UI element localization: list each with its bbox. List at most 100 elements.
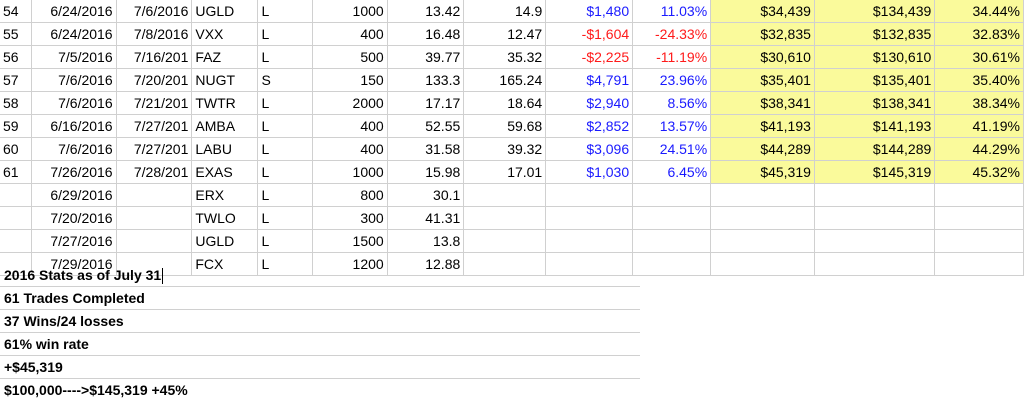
trade-number-cell[interactable]: 58 bbox=[0, 91, 33, 115]
sell-price-cell[interactable] bbox=[463, 183, 547, 207]
side-cell[interactable]: L bbox=[257, 22, 313, 46]
shares-cell[interactable]: 400 bbox=[312, 137, 388, 161]
buy-price-cell[interactable]: 15.98 bbox=[387, 160, 465, 184]
stats-title-cell[interactable]: 2016 Stats as of July 31 bbox=[0, 264, 640, 287]
buy-price-cell[interactable]: 16.48 bbox=[387, 22, 465, 46]
exit-date-cell[interactable] bbox=[116, 229, 193, 253]
cumulative-profit-cell[interactable]: $30,610 bbox=[710, 45, 815, 69]
trade-number-cell[interactable] bbox=[0, 183, 33, 207]
account-balance-cell[interactable]: $138,341 bbox=[814, 91, 936, 115]
ytd-return-cell[interactable]: 45.32% bbox=[934, 160, 1024, 184]
sell-price-cell[interactable]: 17.01 bbox=[463, 160, 547, 184]
percent-return-cell[interactable]: -11.19% bbox=[632, 45, 712, 69]
account-balance-cell[interactable] bbox=[814, 229, 936, 253]
percent-return-cell[interactable]: 24.51% bbox=[632, 137, 712, 161]
shares-cell[interactable]: 1500 bbox=[312, 229, 388, 253]
cumulative-profit-cell[interactable]: $38,341 bbox=[710, 91, 815, 115]
cumulative-profit-cell[interactable]: $45,319 bbox=[710, 160, 815, 184]
percent-return-cell[interactable] bbox=[632, 206, 712, 230]
entry-date-cell[interactable]: 6/24/2016 bbox=[31, 22, 117, 46]
ticker-cell[interactable]: TWLO bbox=[191, 206, 259, 230]
ytd-return-cell[interactable]: 34.44% bbox=[934, 0, 1024, 23]
exit-date-cell[interactable]: 7/20/201 bbox=[116, 68, 193, 92]
percent-return-cell[interactable] bbox=[632, 252, 712, 276]
exit-date-cell[interactable] bbox=[116, 206, 193, 230]
sell-price-cell[interactable] bbox=[463, 229, 547, 253]
profit-loss-cell[interactable] bbox=[545, 229, 634, 253]
percent-return-cell[interactable]: 13.57% bbox=[632, 114, 712, 138]
buy-price-cell[interactable]: 17.17 bbox=[387, 91, 465, 115]
shares-cell[interactable]: 400 bbox=[312, 114, 388, 138]
sell-price-cell[interactable]: 14.9 bbox=[463, 0, 547, 23]
buy-price-cell[interactable]: 13.42 bbox=[387, 0, 465, 23]
account-balance-cell[interactable]: $130,610 bbox=[814, 45, 936, 69]
entry-date-cell[interactable]: 7/26/2016 bbox=[31, 160, 117, 184]
profit-loss-cell[interactable]: $2,852 bbox=[545, 114, 634, 138]
profit-loss-cell[interactable]: $3,096 bbox=[545, 137, 634, 161]
entry-date-cell[interactable]: 6/29/2016 bbox=[31, 183, 117, 207]
ticker-cell[interactable]: UGLD bbox=[191, 0, 259, 23]
cumulative-profit-cell[interactable]: $44,289 bbox=[710, 137, 815, 161]
trade-number-cell[interactable] bbox=[0, 206, 33, 230]
buy-price-cell[interactable]: 30.1 bbox=[387, 183, 465, 207]
ytd-return-cell[interactable]: 32.83% bbox=[934, 22, 1024, 46]
stats-win-rate[interactable]: 61% win rate bbox=[0, 333, 640, 356]
ticker-cell[interactable]: AMBA bbox=[191, 114, 259, 138]
buy-price-cell[interactable]: 31.58 bbox=[387, 137, 465, 161]
sell-price-cell[interactable]: 12.47 bbox=[463, 22, 547, 46]
account-balance-cell[interactable]: $145,319 bbox=[814, 160, 936, 184]
cumulative-profit-cell[interactable] bbox=[710, 183, 815, 207]
ticker-cell[interactable]: EXAS bbox=[191, 160, 259, 184]
ticker-cell[interactable]: NUGT bbox=[191, 68, 259, 92]
profit-loss-cell[interactable]: $1,480 bbox=[545, 0, 634, 23]
exit-date-cell[interactable]: 7/28/201 bbox=[116, 160, 193, 184]
side-cell[interactable]: S bbox=[257, 68, 313, 92]
ytd-return-cell[interactable]: 35.40% bbox=[934, 68, 1024, 92]
entry-date-cell[interactable]: 6/24/2016 bbox=[31, 0, 117, 23]
ytd-return-cell[interactable] bbox=[934, 183, 1024, 207]
ytd-return-cell[interactable]: 44.29% bbox=[934, 137, 1024, 161]
trade-number-cell[interactable]: 61 bbox=[0, 160, 33, 184]
account-balance-cell[interactable] bbox=[814, 183, 936, 207]
entry-date-cell[interactable]: 7/6/2016 bbox=[31, 68, 117, 92]
percent-return-cell[interactable] bbox=[632, 183, 712, 207]
buy-price-cell[interactable]: 133.3 bbox=[387, 68, 465, 92]
trade-number-cell[interactable]: 59 bbox=[0, 114, 33, 138]
profit-loss-cell[interactable]: $1,030 bbox=[545, 160, 634, 184]
account-balance-cell[interactable]: $132,835 bbox=[814, 22, 936, 46]
profit-loss-cell[interactable]: $4,791 bbox=[545, 68, 634, 92]
trade-number-cell[interactable]: 55 bbox=[0, 22, 33, 46]
trade-number-cell[interactable]: 54 bbox=[0, 0, 33, 23]
percent-return-cell[interactable]: 8.56% bbox=[632, 91, 712, 115]
trade-number-cell[interactable]: 57 bbox=[0, 68, 33, 92]
profit-loss-cell[interactable]: -$2,225 bbox=[545, 45, 634, 69]
exit-date-cell[interactable]: 7/27/201 bbox=[116, 114, 193, 138]
account-balance-cell[interactable] bbox=[814, 252, 936, 276]
ticker-cell[interactable]: VXX bbox=[191, 22, 259, 46]
sell-price-cell[interactable] bbox=[463, 206, 547, 230]
ytd-return-cell[interactable]: 38.34% bbox=[934, 91, 1024, 115]
exit-date-cell[interactable]: 7/21/201 bbox=[116, 91, 193, 115]
shares-cell[interactable]: 1000 bbox=[312, 160, 388, 184]
sell-price-cell[interactable]: 18.64 bbox=[463, 91, 547, 115]
cumulative-profit-cell[interactable] bbox=[710, 229, 815, 253]
side-cell[interactable]: L bbox=[257, 183, 313, 207]
account-balance-cell[interactable]: $144,289 bbox=[814, 137, 936, 161]
percent-return-cell[interactable] bbox=[632, 229, 712, 253]
cumulative-profit-cell[interactable]: $35,401 bbox=[710, 68, 815, 92]
sell-price-cell[interactable]: 165.24 bbox=[463, 68, 547, 92]
buy-price-cell[interactable]: 52.55 bbox=[387, 114, 465, 138]
buy-price-cell[interactable]: 39.77 bbox=[387, 45, 465, 69]
cumulative-profit-cell[interactable]: $41,193 bbox=[710, 114, 815, 138]
exit-date-cell[interactable]: 7/6/2016 bbox=[116, 0, 193, 23]
trade-number-cell[interactable] bbox=[0, 229, 33, 253]
exit-date-cell[interactable] bbox=[116, 183, 193, 207]
ticker-cell[interactable]: ERX bbox=[191, 183, 259, 207]
profit-loss-cell[interactable] bbox=[545, 206, 634, 230]
cumulative-profit-cell[interactable]: $32,835 bbox=[710, 22, 815, 46]
side-cell[interactable]: L bbox=[257, 114, 313, 138]
side-cell[interactable]: L bbox=[257, 160, 313, 184]
shares-cell[interactable]: 500 bbox=[312, 45, 388, 69]
sell-price-cell[interactable]: 39.32 bbox=[463, 137, 547, 161]
side-cell[interactable]: L bbox=[257, 45, 313, 69]
